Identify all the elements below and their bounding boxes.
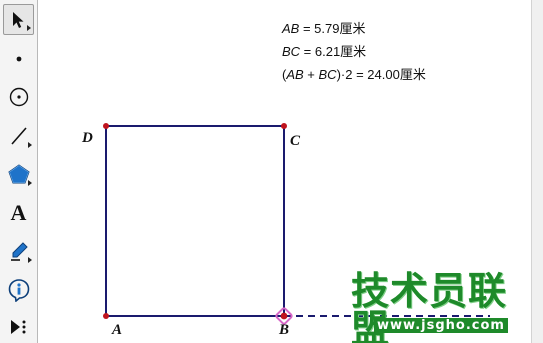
selection-arrow-tool[interactable]	[3, 4, 34, 35]
information-tool[interactable]	[3, 274, 34, 305]
line-icon	[10, 126, 27, 145]
text-tool[interactable]: A	[3, 197, 34, 228]
text-icon: A	[10, 199, 27, 225]
point-c[interactable]	[281, 123, 287, 129]
label-d[interactable]: D	[82, 131, 93, 146]
point-b[interactable]	[280, 312, 288, 320]
vertical-scrollbar[interactable]	[531, 0, 543, 343]
sketch-canvas[interactable]: AB = 5.79厘米 BC = 6.21厘米 (AB + BC)·2 = 24…	[38, 0, 531, 343]
marker-tool[interactable]	[3, 235, 34, 266]
submenu-indicator-icon	[28, 180, 32, 186]
submenu-indicator-icon	[28, 142, 32, 148]
geometers-sketchpad-window: A AB = 5.79厘米 BC = 6.21厘米 (AB + BC)·2 = …	[0, 0, 543, 343]
straightedge-tool[interactable]	[3, 120, 34, 151]
label-c[interactable]: C	[290, 134, 300, 149]
submenu-indicator-icon	[28, 257, 32, 263]
point-icon	[16, 56, 21, 61]
watermark-url: www.jsgho.com	[374, 318, 508, 333]
compass-icon	[9, 87, 28, 106]
point-d[interactable]	[103, 123, 109, 129]
compass-tool[interactable]	[3, 81, 34, 112]
point-tool[interactable]	[3, 43, 34, 74]
custom-tool-icon	[10, 319, 25, 334]
pentagon-icon	[7, 163, 30, 183]
polygon-tool[interactable]	[3, 158, 34, 189]
label-b[interactable]: B	[279, 323, 289, 338]
custom-tools[interactable]	[3, 311, 34, 342]
label-a[interactable]: A	[112, 323, 122, 338]
submenu-indicator-icon	[27, 25, 31, 31]
pencil-icon	[10, 241, 28, 261]
arrow-icon	[12, 11, 23, 28]
info-icon	[8, 278, 29, 302]
point-a[interactable]	[103, 313, 109, 319]
toolbox: A	[0, 0, 38, 343]
